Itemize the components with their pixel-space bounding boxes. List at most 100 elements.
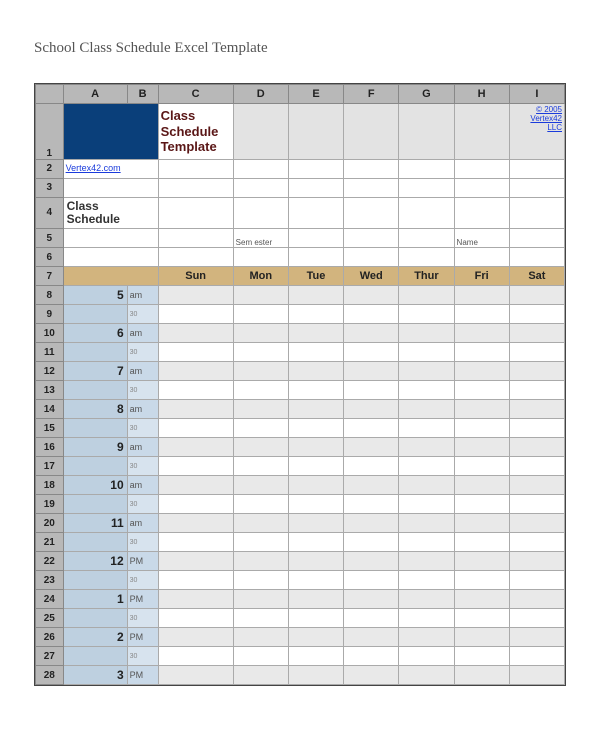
sched-cell-r25-c6[interactable] xyxy=(509,609,564,628)
row-hdr-20[interactable]: 20 xyxy=(36,514,64,533)
row-hdr-28[interactable]: 28 xyxy=(36,666,64,685)
sched-cell-r14-c0[interactable] xyxy=(158,400,233,419)
sched-cell-r20-c6[interactable] xyxy=(509,514,564,533)
cell-G6[interactable] xyxy=(399,248,454,267)
sched-cell-r25-c1[interactable] xyxy=(233,609,288,628)
time-period-26[interactable]: PM xyxy=(127,628,158,647)
cell-D3[interactable] xyxy=(233,178,288,197)
time-period-14[interactable]: am xyxy=(127,400,158,419)
sched-cell-r19-c6[interactable] xyxy=(509,495,564,514)
cell-A6[interactable] xyxy=(63,248,158,267)
col-E[interactable]: E xyxy=(288,85,343,104)
sched-cell-r21-c5[interactable] xyxy=(454,533,509,552)
sched-cell-r21-c4[interactable] xyxy=(399,533,454,552)
sched-cell-r19-c0[interactable] xyxy=(158,495,233,514)
cell-C5[interactable] xyxy=(158,229,233,248)
time-half-23[interactable]: 30 xyxy=(127,571,158,590)
sched-cell-r26-c5[interactable] xyxy=(454,628,509,647)
time-hour-14[interactable]: 8 xyxy=(63,400,127,419)
sched-cell-r9-c5[interactable] xyxy=(454,305,509,324)
cell-I2[interactable] xyxy=(509,159,564,178)
row-hdr-8[interactable]: 8 xyxy=(36,286,64,305)
row-hdr-10[interactable]: 10 xyxy=(36,324,64,343)
time-period-12[interactable]: am xyxy=(127,362,158,381)
template-title-cell[interactable]: Class Schedule Template xyxy=(158,104,233,160)
class-schedule-label[interactable]: Class Schedule xyxy=(63,197,158,228)
col-I[interactable]: I xyxy=(509,85,564,104)
day-wed[interactable]: Wed xyxy=(344,267,399,286)
row-hdr-18[interactable]: 18 xyxy=(36,476,64,495)
sched-cell-r15-c0[interactable] xyxy=(158,419,233,438)
cell-E3[interactable] xyxy=(288,178,343,197)
sched-cell-r26-c6[interactable] xyxy=(509,628,564,647)
sched-cell-r15-c6[interactable] xyxy=(509,419,564,438)
time-hour-15[interactable] xyxy=(63,419,127,438)
cell-E6[interactable] xyxy=(288,248,343,267)
cell-F3[interactable] xyxy=(344,178,399,197)
sched-cell-r16-c2[interactable] xyxy=(288,438,343,457)
sched-cell-r27-c3[interactable] xyxy=(344,647,399,666)
sched-cell-r11-c5[interactable] xyxy=(454,343,509,362)
row-hdr-2[interactable]: 2 xyxy=(36,159,64,178)
time-half-15[interactable]: 30 xyxy=(127,419,158,438)
row-hdr-26[interactable]: 26 xyxy=(36,628,64,647)
sched-cell-r21-c0[interactable] xyxy=(158,533,233,552)
sched-cell-r22-c4[interactable] xyxy=(399,552,454,571)
sched-cell-r11-c1[interactable] xyxy=(233,343,288,362)
sched-cell-r16-c5[interactable] xyxy=(454,438,509,457)
col-D[interactable]: D xyxy=(233,85,288,104)
day-mon[interactable]: Mon xyxy=(233,267,288,286)
time-hour-25[interactable] xyxy=(63,609,127,628)
time-hour-22[interactable]: 12 xyxy=(63,552,127,571)
sched-cell-r8-c5[interactable] xyxy=(454,286,509,305)
sched-cell-r12-c1[interactable] xyxy=(233,362,288,381)
day-blankcol[interactable] xyxy=(63,267,158,286)
sched-cell-r23-c5[interactable] xyxy=(454,571,509,590)
sched-cell-r12-c5[interactable] xyxy=(454,362,509,381)
sched-cell-r10-c5[interactable] xyxy=(454,324,509,343)
sched-cell-r9-c3[interactable] xyxy=(344,305,399,324)
sched-cell-r27-c4[interactable] xyxy=(399,647,454,666)
sched-cell-r24-c0[interactable] xyxy=(158,590,233,609)
row-hdr-6[interactable]: 6 xyxy=(36,248,64,267)
sched-cell-r24-c6[interactable] xyxy=(509,590,564,609)
time-hour-19[interactable] xyxy=(63,495,127,514)
sched-cell-r18-c3[interactable] xyxy=(344,476,399,495)
day-tue[interactable]: Tue xyxy=(288,267,343,286)
sched-cell-r17-c6[interactable] xyxy=(509,457,564,476)
sched-cell-r18-c4[interactable] xyxy=(399,476,454,495)
time-hour-20[interactable]: 11 xyxy=(63,514,127,533)
sched-cell-r10-c6[interactable] xyxy=(509,324,564,343)
sched-cell-r23-c0[interactable] xyxy=(158,571,233,590)
sched-cell-r17-c1[interactable] xyxy=(233,457,288,476)
sched-cell-r18-c2[interactable] xyxy=(288,476,343,495)
time-half-13[interactable]: 30 xyxy=(127,381,158,400)
sched-cell-r24-c2[interactable] xyxy=(288,590,343,609)
sched-cell-r28-c3[interactable] xyxy=(344,666,399,685)
row-hdr-17[interactable]: 17 xyxy=(36,457,64,476)
cell-G4[interactable] xyxy=(399,197,454,228)
cell-I4[interactable] xyxy=(509,197,564,228)
row-hdr-5[interactable]: 5 xyxy=(36,229,64,248)
cell-E4[interactable] xyxy=(288,197,343,228)
sched-cell-r13-c3[interactable] xyxy=(344,381,399,400)
sched-cell-r20-c4[interactable] xyxy=(399,514,454,533)
sched-cell-r21-c1[interactable] xyxy=(233,533,288,552)
sched-cell-r11-c2[interactable] xyxy=(288,343,343,362)
time-half-27[interactable]: 30 xyxy=(127,647,158,666)
cell-A5[interactable] xyxy=(63,229,158,248)
sched-cell-r28-c1[interactable] xyxy=(233,666,288,685)
sched-cell-r28-c6[interactable] xyxy=(509,666,564,685)
sched-cell-r13-c5[interactable] xyxy=(454,381,509,400)
row-hdr-7[interactable]: 7 xyxy=(36,267,64,286)
sched-cell-r27-c6[interactable] xyxy=(509,647,564,666)
sched-cell-r27-c1[interactable] xyxy=(233,647,288,666)
time-half-9[interactable]: 30 xyxy=(127,305,158,324)
sched-cell-r18-c0[interactable] xyxy=(158,476,233,495)
cell-F1[interactable] xyxy=(344,104,399,160)
vertex-link[interactable]: Vertex42.com xyxy=(64,163,158,175)
time-period-20[interactable]: am xyxy=(127,514,158,533)
sched-cell-r8-c0[interactable] xyxy=(158,286,233,305)
sched-cell-r9-c2[interactable] xyxy=(288,305,343,324)
sched-cell-r22-c5[interactable] xyxy=(454,552,509,571)
